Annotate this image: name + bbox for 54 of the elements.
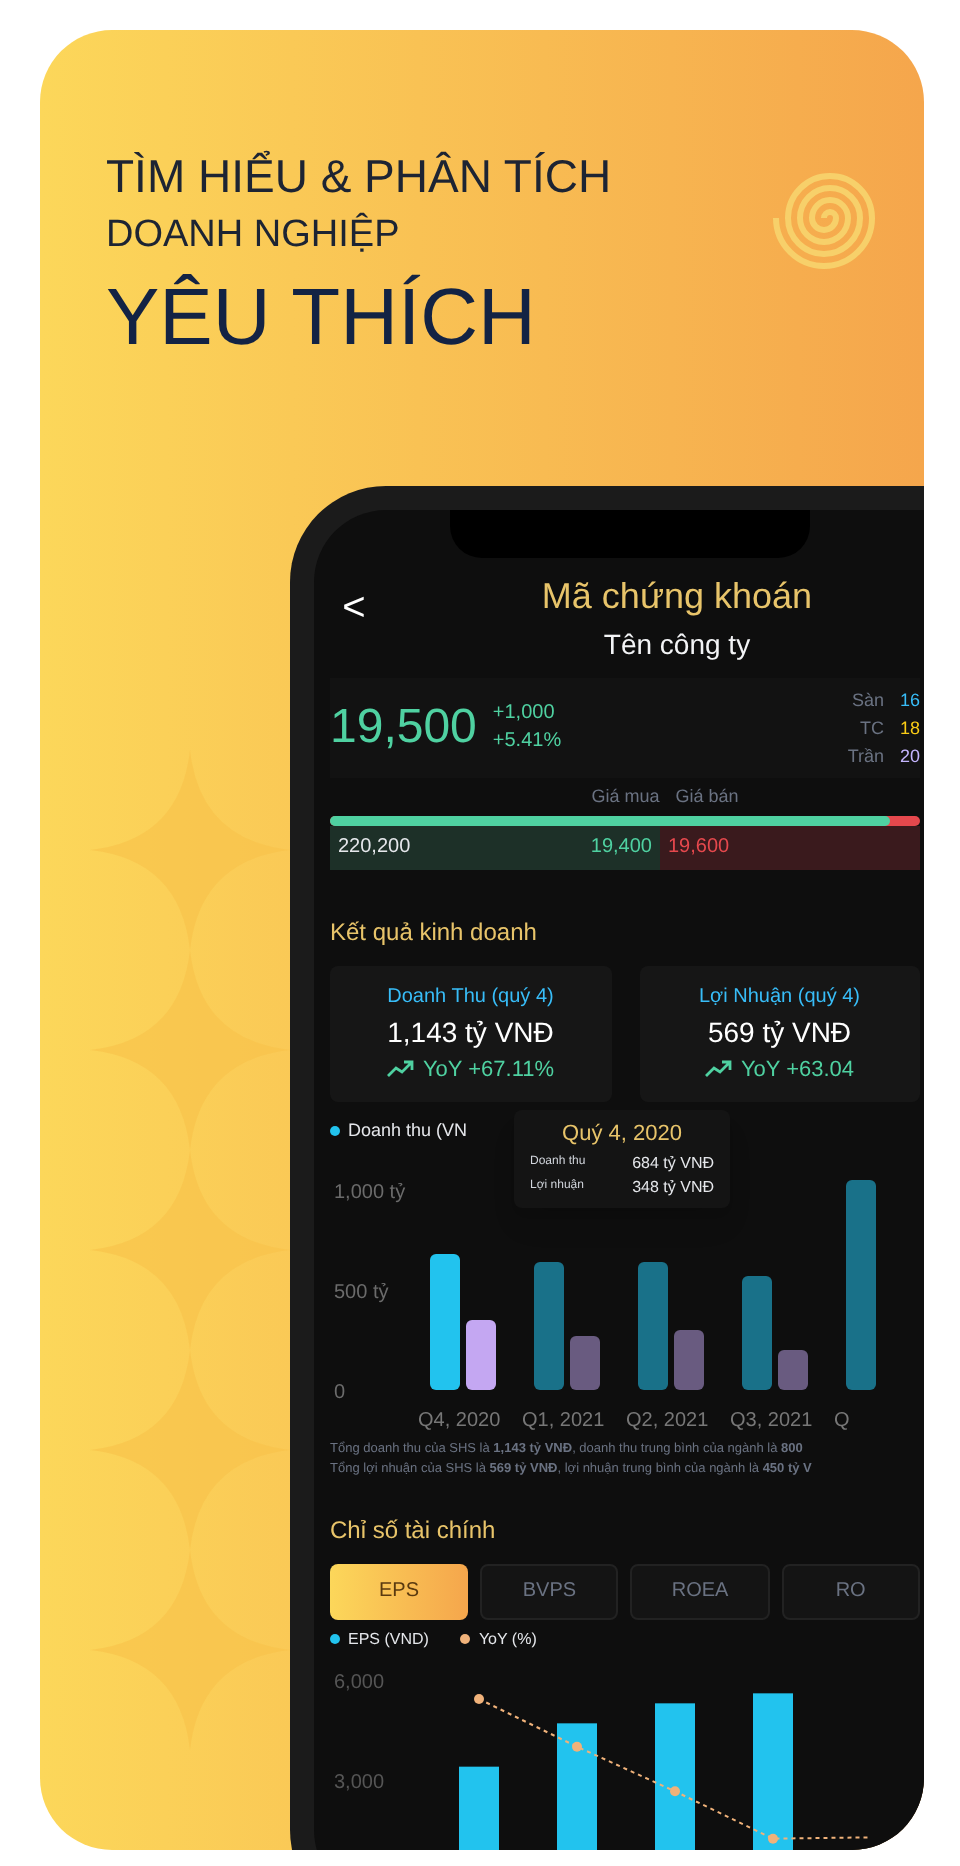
headline-line: DOANH NGHIỆP [106,210,402,260]
revenue-bar[interactable] [846,1179,876,1389]
bid-label: Giá mua [591,784,660,810]
legend-label: EPS (VND) [348,1627,429,1651]
reference-label: Trần [847,744,884,770]
axis-tick-label: 1,000 tỷ [334,1181,406,1203]
reference-label: TC [857,716,884,742]
ask-price: 19,600 [668,834,730,862]
ratio-tab[interactable]: ROEA [630,1563,770,1619]
axis-category-label: Q3, 2021 [730,1409,813,1431]
reference-label: Sàn [849,688,884,714]
ratio-tab[interactable]: BVPS [480,1563,619,1619]
headline-line: TÌM HIỂU & PHÂN TÍCH [106,148,614,206]
axis-category-label: Q1, 2021 [522,1409,605,1431]
ratio-tab[interactable]: RO [781,1563,920,1619]
price-value: 19,500 [330,698,477,758]
metric-yoy: YoY +63.04 [740,1055,855,1085]
headline-title: YÊU THÍCH [106,272,538,366]
back-button[interactable]: < [334,578,374,638]
bid-volume: 220,200 [338,834,411,862]
metric-value: 1,143 tỷ VNĐ [387,1013,554,1052]
axis-category-label: Q4, 2020 [418,1409,501,1431]
eps-bar[interactable] [459,1765,499,1849]
metric-value: 569 tỷ VNĐ [707,1013,852,1052]
metric-yoy: YoY +67.11% [422,1055,555,1085]
trend-up-icon [386,1060,415,1079]
yoy-point[interactable] [474,1693,484,1703]
screen-title: Mã chứng khoán [541,574,813,620]
axis-category-label: Q [834,1409,850,1431]
price-change: +1,000 [492,700,557,728]
legend-label: YoY (%) [478,1627,537,1651]
axis-tick-label: 3,000 [334,1771,385,1793]
tooltip-value: 684 tỷ VNĐ [632,1151,714,1175]
axis-category-label: Q2, 2021 [626,1409,709,1431]
reference-value: 20 [899,744,920,770]
axis-tick-label: 500 tỷ [334,1281,389,1303]
price-percent: +5.41% [492,728,562,756]
tooltip-title: Quý 4, 2020 [560,1120,684,1150]
axis-tick-label: 6,000 [334,1671,385,1693]
trend-up-icon [704,1060,733,1079]
legend-label: Doanh thu (VN [348,1118,468,1144]
section-title: Kết quả kinh doanh [330,915,539,949]
metric-label: Lợi Nhuận (quý 4) [699,983,860,1011]
reference-value: 16 [899,688,920,714]
ratio-tab[interactable]: EPS [330,1563,469,1619]
ask-label: Giá bán [675,784,739,810]
company-name: Tên công ty [603,626,751,664]
tooltip-value: 348 tỷ VNĐ [632,1175,714,1199]
profit-bar[interactable] [466,1319,496,1389]
metric-label: Doanh Thu (quý 4) [387,983,554,1011]
bid-price: 19,400 [590,834,652,862]
section-title: Chỉ số tài chính [330,1513,498,1547]
reference-value: 18 [899,716,920,742]
axis-tick-label: 0 [334,1381,346,1403]
